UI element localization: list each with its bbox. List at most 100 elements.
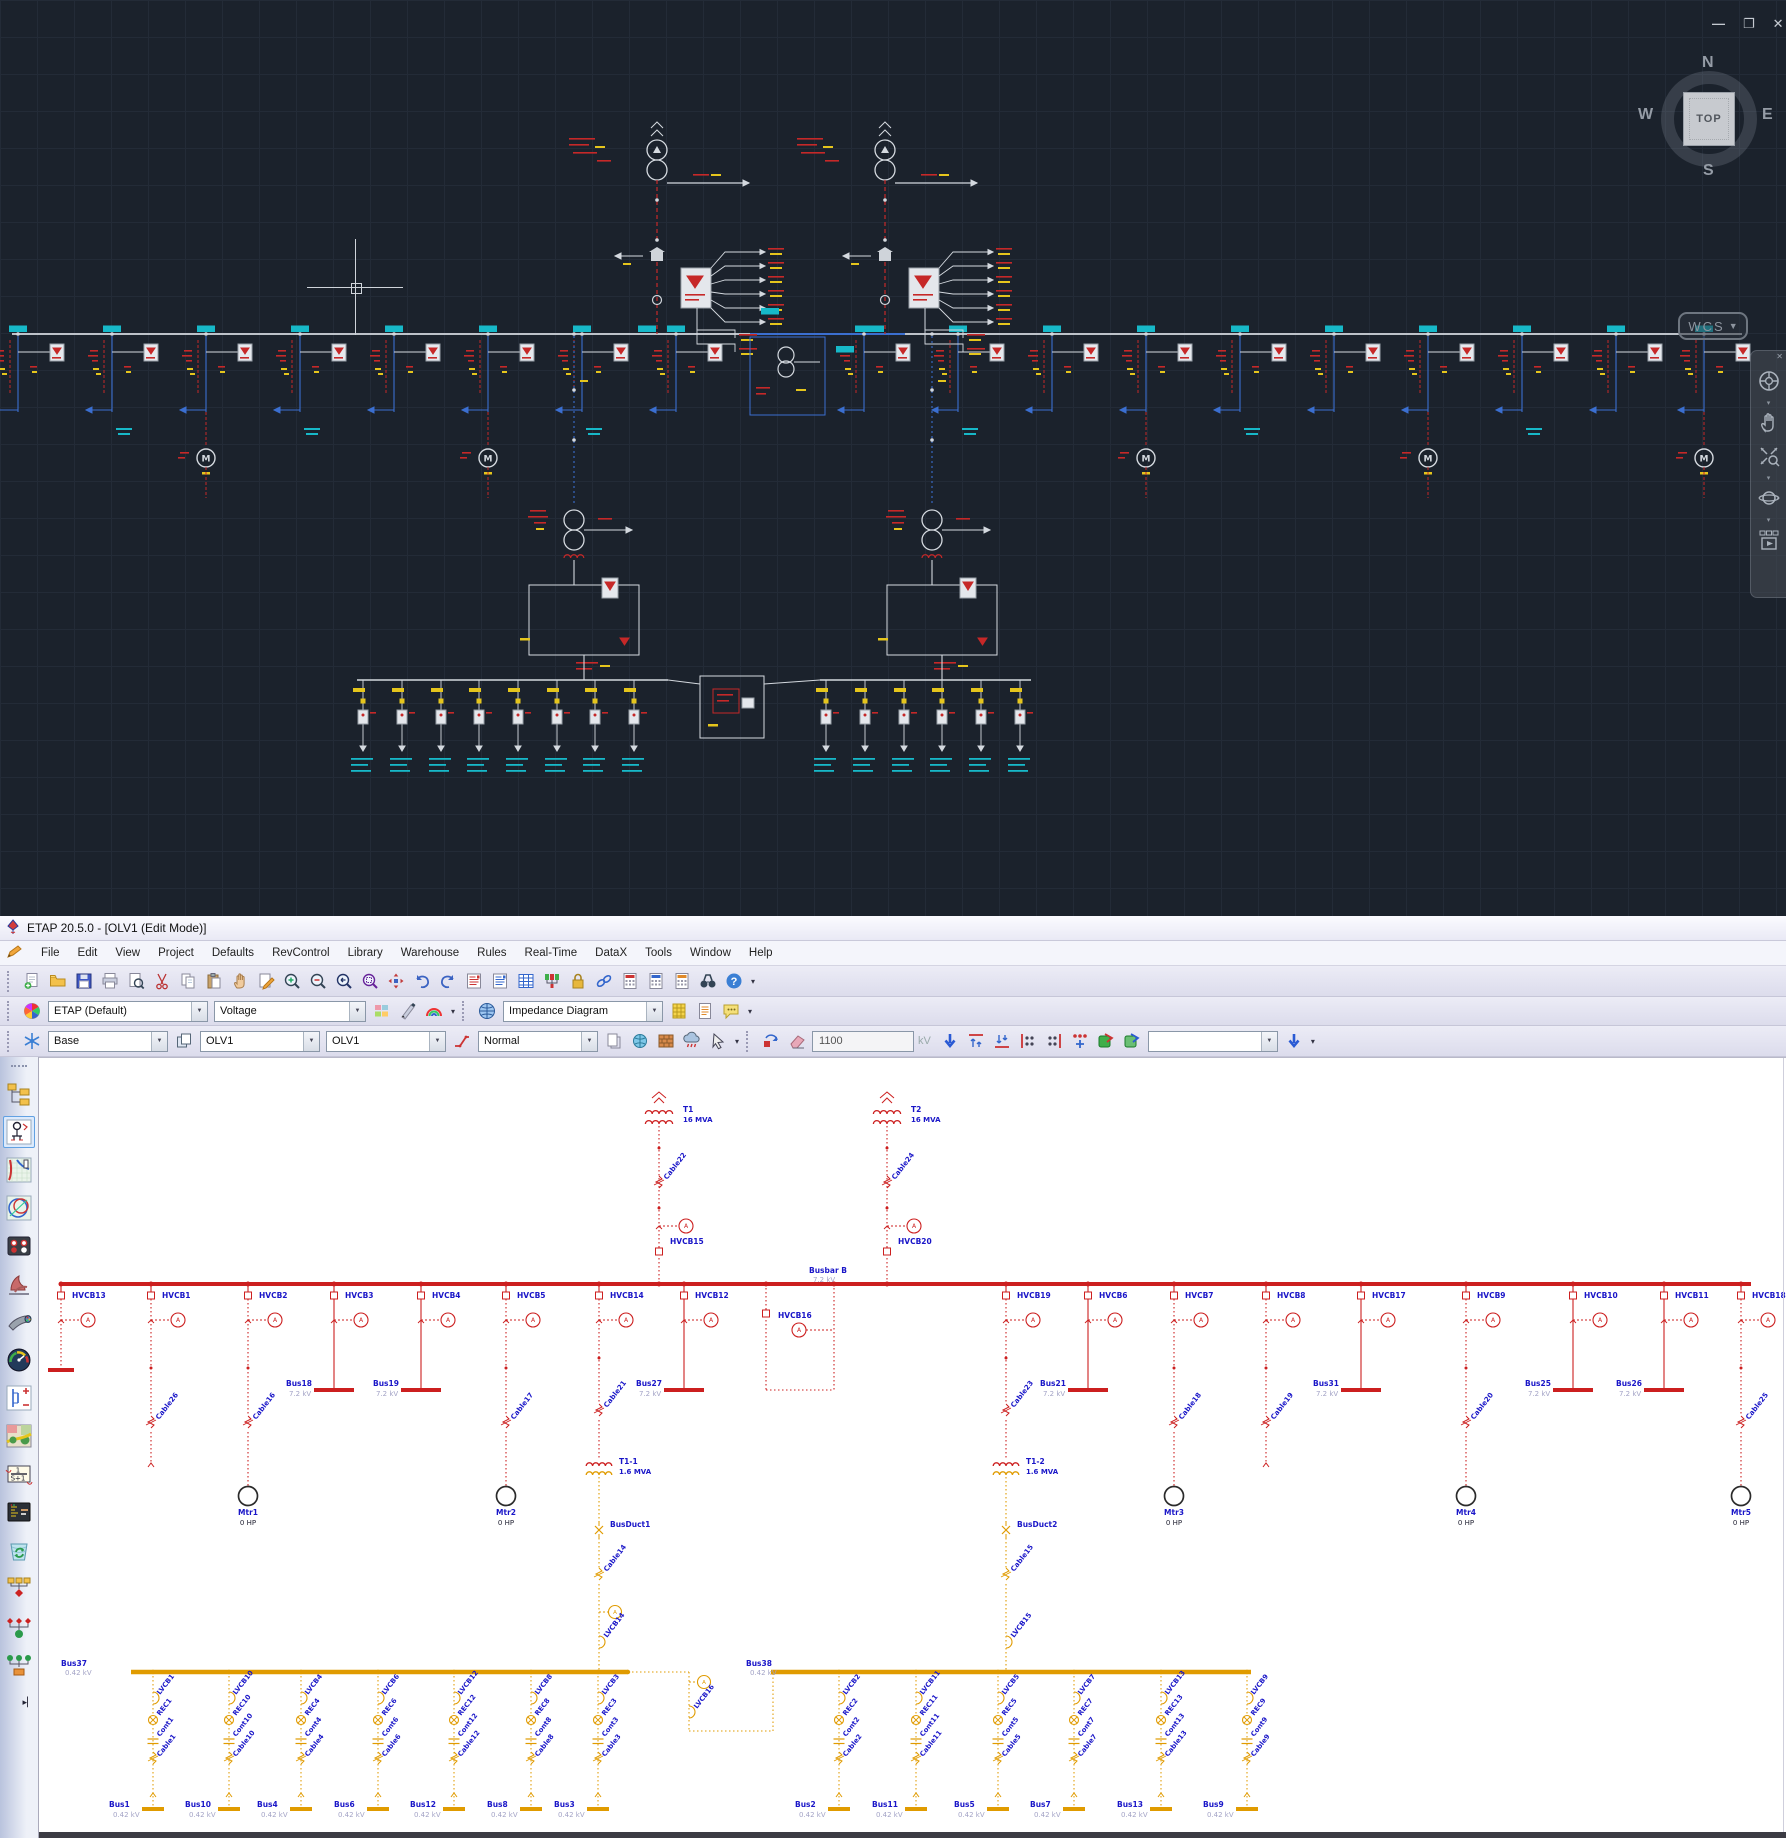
cad-bay[interactable] [650, 326, 722, 414]
toolbar-overflow-chevron[interactable]: ▾ [1311, 1039, 1315, 1044]
view-combo[interactable]: OLV1▼ [326, 1031, 446, 1052]
navigation-bar[interactable]: ✕ ▾ ▾ ▾ [1750, 350, 1786, 598]
copy-icon[interactable] [175, 968, 201, 994]
menu-item-rules[interactable]: Rules [468, 944, 515, 962]
calculator-red-icon[interactable] [617, 968, 643, 994]
branch-HVCB14[interactable]: HVCB14ACable21T1-11.6 MVABusDuct1Cable14… [586, 1282, 652, 1673]
open-folder-icon[interactable] [45, 968, 71, 994]
rainbow-icon[interactable] [421, 998, 447, 1024]
menu-item-help[interactable]: Help [740, 944, 782, 962]
sidebar-item-dc-one-line[interactable] [3, 1382, 35, 1414]
data-columns-icon[interactable] [539, 968, 565, 994]
menu-item-window[interactable]: Window [681, 944, 740, 962]
eraser-icon[interactable] [784, 1028, 810, 1054]
branch-HVCB17[interactable]: HVCB17ABus317.2 kV [1313, 1282, 1406, 1399]
cad-bay[interactable] [86, 326, 158, 436]
sidebar-item-gis-map[interactable] [3, 1420, 35, 1452]
sidebar-item-fault-tree[interactable] [3, 1610, 35, 1642]
lv-bus-Bus37[interactable]: Bus370.42 kVLVCB1REC1Cont1Cable1Bus10.42… [61, 1659, 628, 1819]
close-icon[interactable]: ✕ [1773, 16, 1784, 32]
pan-hand-icon[interactable] [1757, 411, 1781, 440]
source-T1[interactable]: T116 MVACable22AHVCB15 [645, 1092, 713, 1287]
lv-feeder-Bus13[interactable]: LVCB13REC13Cont13Cable13Bus130.42 kV [1117, 1669, 1189, 1819]
cad-bay[interactable] [1026, 326, 1098, 414]
project-combo[interactable]: ETAP (Default)▼ [48, 1001, 208, 1022]
cad-mcc-group[interactable] [814, 680, 1033, 772]
brick-wall-icon[interactable] [653, 1028, 679, 1054]
branch-HVCB6[interactable]: HVCB6ABus217.2 kV [1040, 1282, 1128, 1399]
wcs-dropdown[interactable]: WCS▼ [1678, 312, 1748, 340]
palette-icon[interactable] [369, 998, 395, 1024]
etap-titlebar[interactable]: ETAP 20.5.0 - [OLV1 (Edit Mode)] [0, 916, 1786, 941]
branch-HVCB9[interactable]: HVCB9ACable20Mtr40 HP [1456, 1282, 1506, 1528]
navbar-close-icon[interactable]: ✕ [1776, 352, 1783, 361]
lock-icon[interactable] [565, 968, 591, 994]
branch-HVCB3[interactable]: HVCB3ABus187.2 kV [286, 1282, 374, 1399]
sidebar-item-recycle-bin[interactable] [3, 1534, 35, 1566]
cad-bay[interactable] [1590, 326, 1662, 414]
menu-item-file[interactable]: File [32, 944, 69, 962]
branch-HVCB11[interactable]: HVCB11ABus267.2 kV [1616, 1282, 1709, 1399]
cad-mcc-feeder[interactable] [969, 680, 994, 772]
menu-item-view[interactable]: View [106, 944, 149, 962]
kv-input[interactable] [812, 1031, 914, 1052]
lv-feeder-Bus6[interactable]: LVCB6REC6Cont6Cable6Bus60.42 kV [334, 1670, 403, 1819]
align-bottom-icon[interactable] [989, 1028, 1015, 1054]
minimize-icon[interactable]: — [1712, 16, 1725, 32]
viewcube-west[interactable]: W [1638, 106, 1653, 124]
zoom-previous-icon[interactable] [331, 968, 357, 994]
cad-transformer-feeder[interactable] [878, 332, 997, 680]
align-right-icon[interactable] [1041, 1028, 1067, 1054]
cut-icon[interactable] [149, 968, 175, 994]
config-combo[interactable]: Base▼ [48, 1031, 168, 1052]
snowflake-icon[interactable] [19, 1028, 45, 1054]
lv-feeder-Bus1[interactable]: LVCB1REC1Cont1Cable1Bus10.42 kV [109, 1670, 178, 1819]
cad-mcc-group[interactable] [351, 680, 668, 772]
status-combo[interactable]: Normal▼ [478, 1031, 598, 1052]
redo-icon[interactable] [435, 968, 461, 994]
cad-mcc-feeder[interactable] [622, 680, 647, 772]
page-copy-icon[interactable] [601, 1028, 627, 1054]
menu-item-revcontrol[interactable]: RevControl [263, 944, 339, 962]
lv-feeder-Bus8[interactable]: LVCB8REC8Cont8Cable8Bus80.42 kV [487, 1670, 556, 1819]
lv-feeder-Bus2[interactable]: LVCB2REC2Cont2Cable2Bus20.42 kV [795, 1670, 864, 1819]
orbit-icon[interactable] [1757, 486, 1781, 515]
cad-bay[interactable]: M [1400, 326, 1474, 499]
cad-mcc-feeder[interactable] [390, 680, 415, 772]
menu-item-library[interactable]: Library [339, 944, 392, 962]
cad-bay[interactable]: M [460, 326, 534, 499]
toolbar-overflow-chevron[interactable]: ▾ [451, 1009, 455, 1014]
sidebar-item-panel-systems[interactable] [3, 1230, 35, 1262]
branch-HVCB19[interactable]: HVCB19ACable23T1-21.6 MVABusDuct2Cable15… [993, 1282, 1059, 1673]
cad-mcc-feeder[interactable] [506, 680, 531, 772]
menu-item-project[interactable]: Project [149, 944, 203, 962]
study-case-combo[interactable]: ▼ [1148, 1031, 1278, 1052]
cursor-arrow-icon[interactable] [705, 1028, 731, 1054]
hyperlink-icon[interactable] [591, 968, 617, 994]
save-icon[interactable] [71, 968, 97, 994]
report-editor-red-icon[interactable] [461, 968, 487, 994]
presentation-combo[interactable]: Impedance Diagram▼ [503, 1001, 663, 1022]
zoom-extents-icon[interactable] [1757, 444, 1781, 473]
sidebar-collapse-icon[interactable]: ▸▏ [23, 1697, 38, 1708]
restore-icon[interactable]: ❐ [1743, 16, 1755, 32]
cad-bay[interactable] [0, 326, 64, 414]
branch-HVCB1[interactable]: HVCB1ACable26 [146, 1282, 191, 1468]
globe-small-icon[interactable] [627, 1028, 653, 1054]
cad-bay[interactable]: M [178, 326, 252, 499]
sidebar-item-reliability-tree[interactable] [3, 1648, 35, 1680]
lv-feeder-Bus10[interactable]: LVCB10REC10Cont10Cable10Bus100.42 kV [185, 1669, 257, 1819]
branch-HVCB13[interactable]: HVCB13A [48, 1282, 106, 1371]
steering-wheel-icon[interactable] [1757, 369, 1781, 398]
cad-incomer[interactable] [569, 122, 784, 355]
pan-hand-icon[interactable] [227, 968, 253, 994]
viewcube-north[interactable]: N [1702, 54, 1714, 72]
cad-mcc-feeder[interactable] [853, 680, 878, 772]
toolbar-overflow-chevron[interactable]: ▾ [751, 979, 755, 984]
cad-changeover[interactable] [668, 676, 820, 738]
sidebar-item-protection-coordination[interactable] [3, 1192, 35, 1224]
arrow-down-blue-icon[interactable] [937, 1028, 963, 1054]
cad-mcc-feeder[interactable] [429, 680, 454, 772]
sidebar-item-presentation-tree[interactable] [3, 1572, 35, 1604]
lv-feeder-Bus3[interactable]: LVCB3REC3Cont3Cable3Bus30.42 kV [554, 1670, 623, 1819]
